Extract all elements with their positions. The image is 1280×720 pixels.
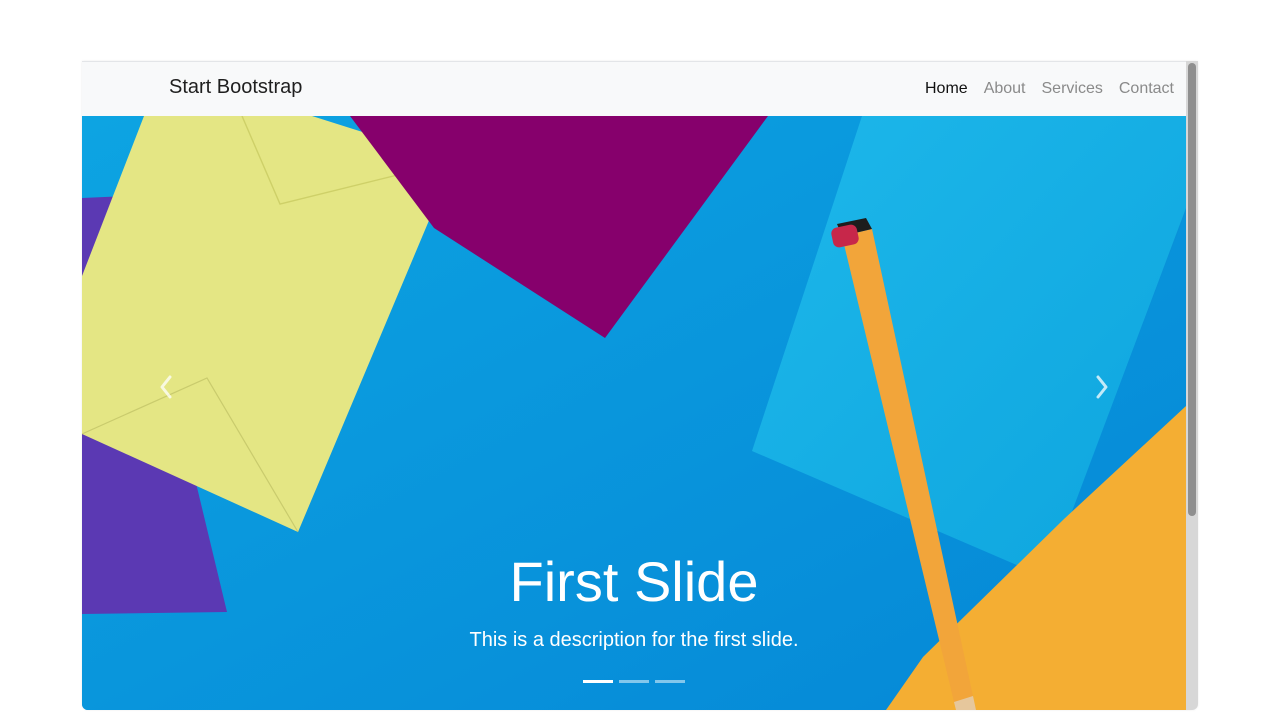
brand-link[interactable]: Start Bootstrap (169, 76, 302, 99)
carousel-indicator-1[interactable] (583, 680, 613, 683)
nav-home-link[interactable]: Home (925, 80, 968, 98)
nav-links: Home About Services Contact (925, 80, 1174, 98)
nav-about-link[interactable]: About (984, 80, 1026, 98)
browser-viewport: Start Bootstrap Home About Services Cont… (82, 61, 1198, 710)
carousel-next-button[interactable] (1092, 373, 1112, 401)
navbar: Start Bootstrap Home About Services Cont… (82, 61, 1186, 116)
carousel-caption-description: This is a description for the first slid… (469, 629, 799, 651)
nav-contact-link[interactable]: Contact (1119, 80, 1174, 98)
chevron-right-icon (1096, 375, 1108, 399)
nav-services-link[interactable]: Services (1042, 80, 1103, 98)
carousel-prev-button[interactable] (156, 373, 176, 401)
carousel-indicator-2[interactable] (619, 680, 649, 683)
carousel-indicator-3[interactable] (655, 680, 685, 683)
vertical-scrollbar[interactable] (1186, 61, 1198, 710)
hero-background-image (82, 116, 1186, 710)
scrollbar-thumb[interactable] (1188, 63, 1196, 516)
carousel-indicators (583, 680, 685, 683)
chevron-left-icon (160, 375, 172, 399)
carousel-caption-title: First Slide (509, 550, 759, 613)
hero-carousel: First Slide This is a description for th… (82, 116, 1186, 710)
